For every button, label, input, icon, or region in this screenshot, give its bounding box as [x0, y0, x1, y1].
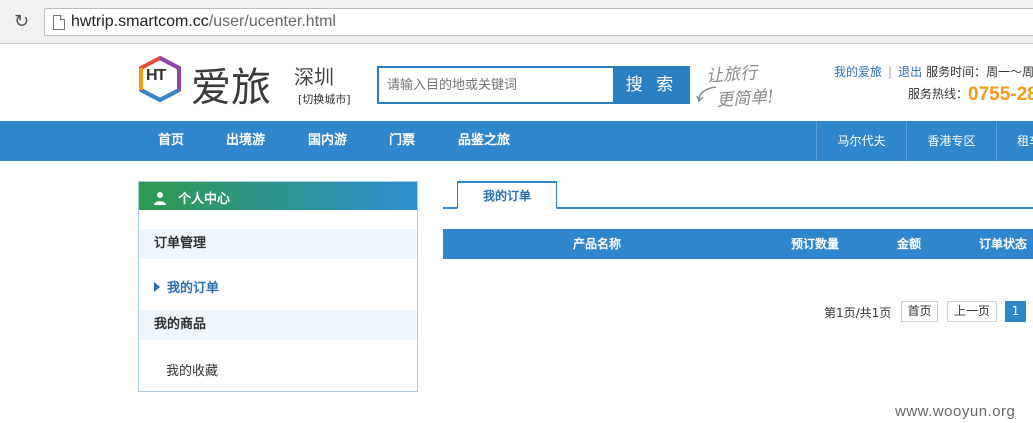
user-icon — [154, 192, 166, 205]
main-nav: 首页 出境游 国内游 门票 品鉴之旅 马尔代夫 香港专区 租车 — [0, 121, 1033, 161]
separator: | — [888, 65, 893, 79]
hotline-number: 0755-28 — [968, 84, 1033, 105]
nav-item-domestic[interactable]: 国内游 — [308, 121, 347, 161]
my-orders-label: 我的订单 — [167, 281, 220, 296]
sidebar-title: 个人中心 — [178, 192, 231, 207]
group-order-management: 订单管理 — [139, 229, 417, 259]
column-product-name: 产品名称 — [573, 237, 622, 251]
user-links: 我的爱旅 | 退出 服务时间：周一～周 — [834, 63, 1033, 80]
column-quantity: 预订数量 — [791, 237, 840, 251]
nav-item-maldives[interactable]: 马尔代夫 — [816, 121, 906, 161]
search-field[interactable] — [377, 66, 614, 104]
triangle-right-icon — [154, 282, 160, 292]
address-bar[interactable]: hwtrip.smartcom.cc/user/ucenter.html — [44, 8, 1033, 36]
switch-city-link[interactable]: [切换城市] — [298, 91, 351, 107]
brand-name[interactable]: 爱旅 — [191, 55, 271, 113]
url-path: /user/ucenter.html — [208, 13, 336, 30]
current-city: 深圳 — [294, 65, 334, 89]
hotline: 服务热线：0755-28 — [908, 84, 1033, 106]
sidebar-item-favorites[interactable]: 我的收藏 — [166, 360, 218, 379]
orders-table-header: 产品名称 预订数量 金额 订单状态 — [443, 229, 1033, 259]
sidebar-item-my-orders[interactable]: 我的订单 — [154, 277, 219, 296]
logout-link[interactable]: 退出 — [898, 65, 922, 79]
url-text: hwtrip.smartcom.cc/user/ucenter.html — [71, 13, 336, 31]
slogan-line-2: 更简单! — [715, 87, 775, 111]
page-icon — [53, 15, 65, 30]
nav-item-tickets[interactable]: 门票 — [389, 121, 415, 161]
reload-icon[interactable]: ↻ — [14, 12, 34, 32]
nav-item-car-rental[interactable]: 租车 — [996, 121, 1033, 161]
pager-page-button[interactable]: 1 — [1005, 301, 1026, 322]
url-host: hwtrip.smartcom.cc — [71, 13, 209, 30]
search-input[interactable] — [387, 70, 607, 100]
browser-toolbar: ↻ hwtrip.smartcom.cc/user/ucenter.html — [0, 0, 1033, 44]
my-aily-link[interactable]: 我的爱旅 — [834, 65, 882, 79]
column-order-status: 订单状态 — [979, 237, 1028, 251]
search-button[interactable]: 搜 索 — [613, 66, 690, 104]
service-time: 服务时间：周一～周 — [926, 65, 1033, 79]
sidebar-header: 个人中心 — [139, 182, 417, 210]
group-my-products: 我的商品 — [139, 310, 417, 340]
nav-item-tasting-tour[interactable]: 品鉴之旅 — [458, 121, 510, 161]
slogan-line-1: 让旅行 — [705, 63, 758, 87]
pager-info: 第1页/共1页 — [824, 306, 892, 320]
logo-ht-text: HT — [146, 67, 166, 84]
nav-item-outbound[interactable]: 出境游 — [226, 121, 265, 161]
user-center-sidebar: 个人中心 订单管理 我的订单 我的商品 我的收藏 — [138, 181, 418, 392]
nav-item-hongkong[interactable]: 香港专区 — [906, 121, 996, 161]
column-amount: 金额 — [897, 237, 922, 251]
hotline-label: 服务热线： — [908, 87, 969, 101]
tab-my-orders[interactable]: 我的订单 — [457, 181, 557, 209]
pager-first-button[interactable]: 首页 — [901, 301, 938, 322]
nav-item-home[interactable]: 首页 — [158, 121, 184, 161]
pager-prev-button[interactable]: 上一页 — [947, 301, 997, 322]
watermark: www.wooyun.org — [895, 403, 1016, 420]
